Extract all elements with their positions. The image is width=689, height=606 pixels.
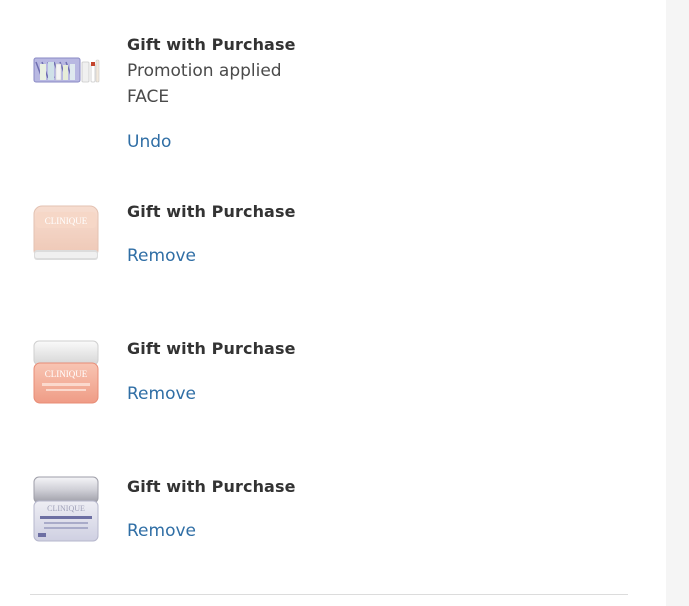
jar-brand-label: CLINIQUE — [45, 369, 88, 379]
gift-title: Gift with Purchase — [127, 35, 296, 54]
gift-item-4: CLINIQUE Gift with Purchase Remove — [0, 455, 666, 590]
gift-set-icon — [32, 34, 100, 104]
undo-link[interactable]: Undo — [127, 132, 171, 152]
coral-cream-jar-icon: CLINIQUE — [32, 335, 100, 405]
gift-item-3: CLINIQUE Gift with Purchase Remove — [0, 317, 666, 455]
silver-cream-jar-icon: CLINIQUE — [32, 473, 100, 543]
divider — [30, 594, 628, 595]
gift-title: Gift with Purchase — [127, 477, 296, 496]
promotion-category: FACE — [127, 87, 170, 107]
side-panel — [666, 0, 689, 606]
promotion-status: Promotion applied — [127, 61, 282, 81]
remove-link[interactable]: Remove — [127, 384, 196, 404]
peach-cream-jar-icon: CLINIQUE — [32, 200, 100, 270]
gift-title: Gift with Purchase — [127, 339, 296, 358]
jar-brand-label: CLINIQUE — [47, 504, 85, 513]
gift-title: Gift with Purchase — [127, 202, 296, 221]
remove-link[interactable]: Remove — [127, 246, 196, 266]
jar-brand-label: CLINIQUE — [45, 216, 88, 226]
gift-item-1: Gift with Purchase Promotion applied FAC… — [0, 0, 666, 180]
gift-item-2: CLINIQUE Gift with Purchase Remove — [0, 180, 666, 317]
remove-link[interactable]: Remove — [127, 521, 196, 541]
